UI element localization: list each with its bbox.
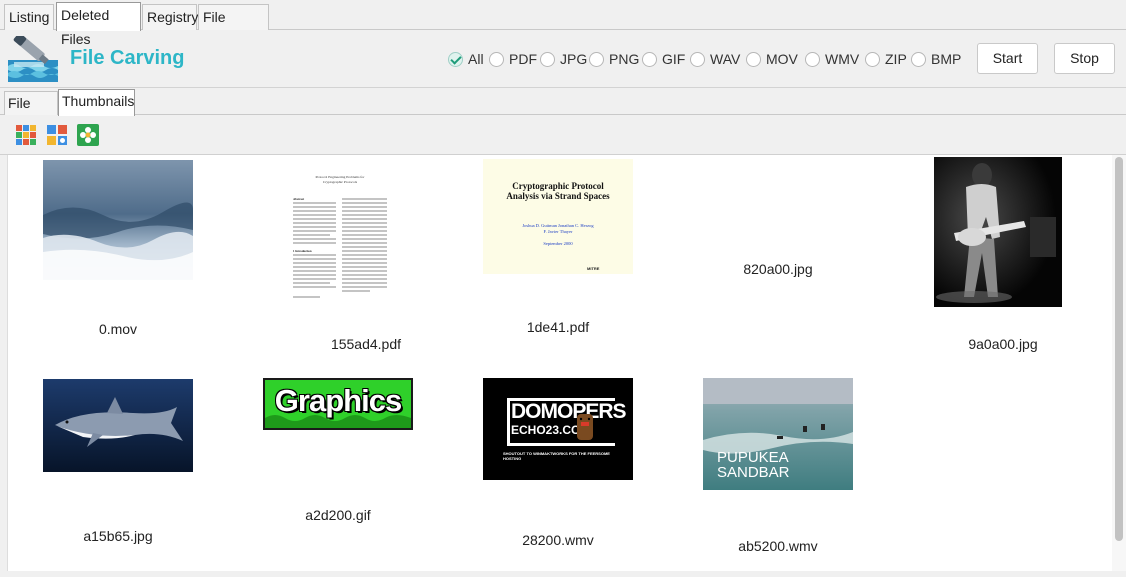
pdf-cover-authors: Joshua D. Guttman Jonathan C. Herzog F. … [522,223,594,234]
filter-label: PNG [609,51,640,67]
tab-listing[interactable]: Listing [4,4,54,30]
thumbnail-toolbar [0,115,1126,155]
filter-label: WAV [710,51,741,67]
thumbnail-filename: 1de41.pdf [526,319,590,335]
top-tab-bar: Listing Deleted Files Registry File Sear… [0,0,1126,49]
carving-header: File Carving All PDF JPG PNG GIF WAV MOV… [0,30,1126,88]
radio-icon [642,51,657,67]
thumbnail-image[interactable]: Cryptographic Protocol Analysis via Stra… [483,159,633,274]
tab-thumbnails[interactable]: Thumbnails [58,89,135,116]
thumbnail-filename: a15b65.jpg [83,528,153,544]
filter-label: All [468,51,484,67]
thumbnail-filename: 9a0a00.jpg [968,336,1038,352]
video-footer-text: SHOUTOUT TO WINMAKTWORKS FOR THE FEERSOM… [503,451,610,461]
pdf-cover-org: MITRE [587,266,600,271]
pdf-cover-title: Cryptographic Protocol Analysis via Stra… [506,181,610,201]
thumbnail-filename: 28200.wmv [522,532,594,548]
thumbnail-image[interactable]: DOMOPERS ECHO23.COM SHOUTOUT TO WINMAKTW… [483,378,633,480]
domo-character-icon [577,414,593,440]
stop-button[interactable]: Stop [1054,43,1115,74]
guitarist-photo-thumbnail [934,157,1062,307]
thumbnail-filename: 0.mov [98,321,138,337]
small-grid-view-icon[interactable] [46,124,68,146]
filter-label: GIF [662,51,686,67]
vertical-scrollbar[interactable] [1112,155,1126,571]
filter-bmp-radio[interactable]: BMP [911,49,961,69]
filter-gif-radio[interactable]: GIF [642,49,685,69]
filter-label: MOV [766,51,798,67]
thumbnail-image[interactable] [43,160,193,280]
thumbnail-filename: ab5200.wmv [738,538,818,554]
radio-icon [690,51,705,67]
tab-file-list[interactable]: File List [4,91,58,133]
filter-label: JPG [560,51,588,67]
filter-wav-radio[interactable]: WAV [690,49,740,69]
filter-zip-radio[interactable]: ZIP [865,49,907,69]
thumbnail-image[interactable]: PUPUKEA SANDBAR [703,378,853,490]
tab-registry[interactable]: Registry [142,4,199,30]
settings-flower-icon[interactable] [77,124,99,146]
radio-icon [489,51,504,67]
filter-label: PDF [509,51,537,67]
filter-label: BMP [931,51,962,67]
view-tab-bar: File List Thumbnails [0,88,1126,133]
thumbnail-image[interactable]: Graphics [263,378,413,430]
filter-mov-radio[interactable]: MOV [746,49,798,69]
surf-video-caption: PUPUKEA SANDBAR [717,449,790,481]
radio-icon [540,51,555,67]
filter-png-radio[interactable]: PNG [589,49,639,69]
tab-label: Registry [147,9,199,25]
filter-pdf-radio[interactable]: PDF [489,49,537,69]
filter-label: WMV [825,51,860,67]
wave-video-thumbnail [43,160,193,280]
radio-icon [746,51,761,67]
tab-file-search[interactable]: File Search [198,4,269,49]
thumbnail-image[interactable] [934,157,1062,307]
large-grid-view-icon[interactable] [15,124,37,146]
pdf-cover-date: September 2000 [543,241,573,246]
thumbnail-filename: 155ad4.pdf [330,336,402,352]
filter-all-radio[interactable]: All [448,49,484,69]
thumbnail-image[interactable]: Protocol Engineering Problems for Crypto… [290,169,390,303]
filter-jpg-radio[interactable]: JPG [540,49,587,69]
radio-icon [911,51,926,67]
scrollbar-thumb[interactable] [1115,157,1123,541]
tab-label: Listing [9,9,50,25]
shark-photo-thumbnail [43,379,193,472]
gif-banner-text: Graphics [274,383,402,418]
filter-wmv-radio[interactable]: WMV [805,49,859,69]
file-carving-icon [8,36,58,82]
thumbnail-grid: 0.mov Protocol Engineering Problems for … [7,155,1126,571]
radio-icon [865,51,880,67]
radio-icon [589,51,604,67]
thumbnail-filename: a2d200.gif [305,507,371,523]
radio-icon [805,51,820,67]
checked-radio-icon [448,51,463,67]
thumbnail-image[interactable] [43,379,193,472]
filter-label: ZIP [885,51,907,67]
tab-deleted-files[interactable]: Deleted Files [56,2,141,47]
start-button[interactable]: Start [977,43,1038,74]
tab-label: Thumbnails [62,93,135,109]
thumbnail-filename[interactable]: 820a00.jpg [688,261,868,277]
pdf-text-lines [293,198,387,298]
